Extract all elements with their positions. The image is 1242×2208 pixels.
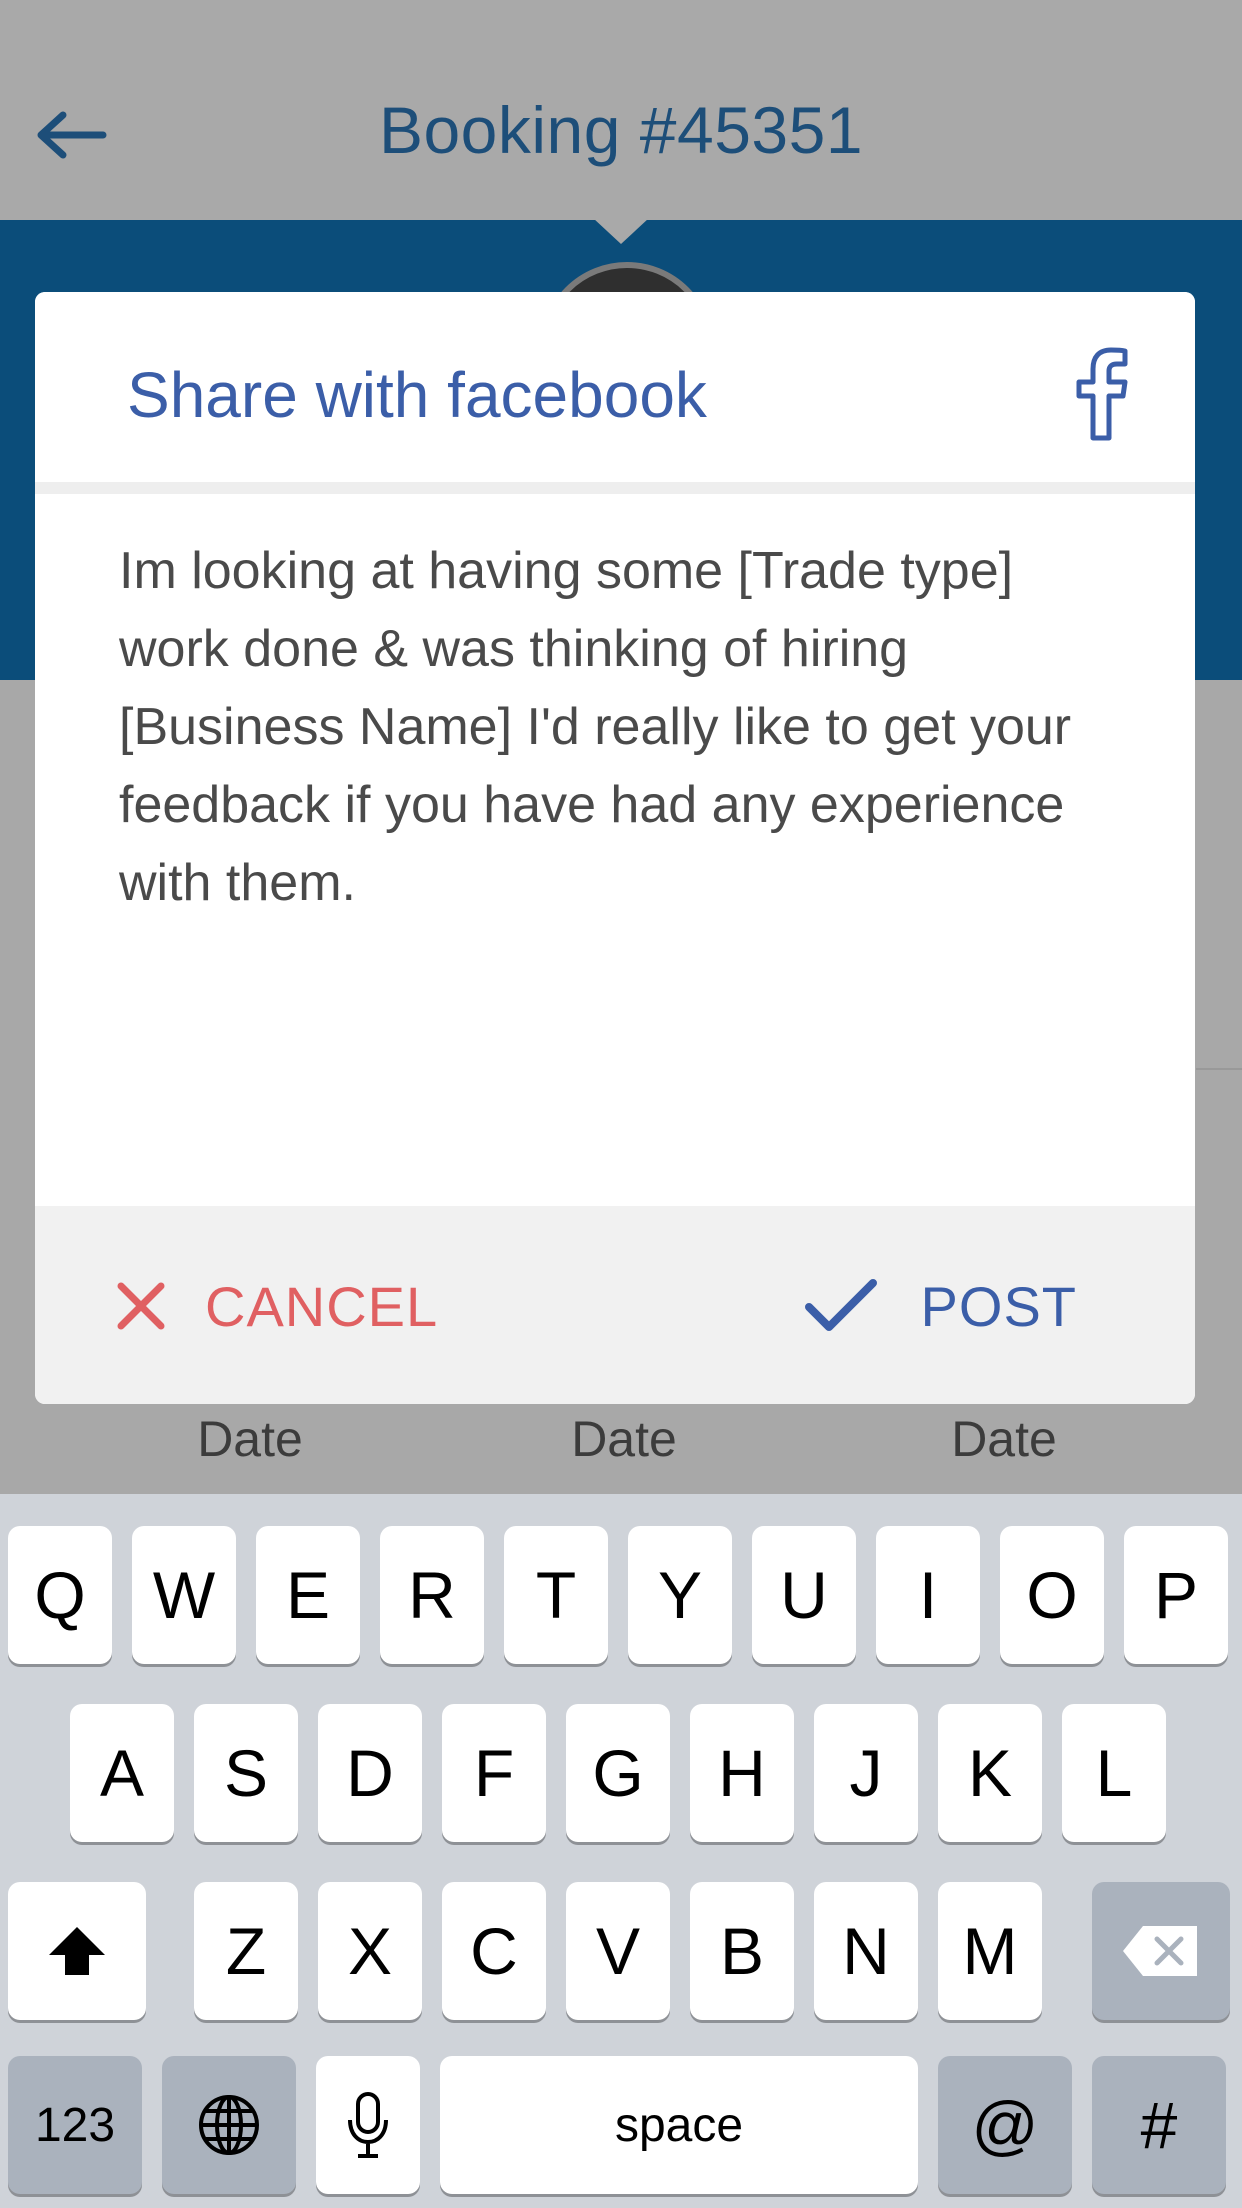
facebook-icon — [1076, 347, 1128, 441]
date-label-2: Date — [571, 1411, 677, 1467]
shift-icon — [49, 1927, 105, 1975]
date-label-1: Date — [197, 1411, 303, 1467]
key-n[interactable]: N — [814, 1882, 918, 2020]
date-label-3: Date — [951, 1411, 1057, 1467]
key-d[interactable]: D — [318, 1704, 422, 1842]
dialog-title: Share with facebook — [127, 359, 707, 431]
key-y[interactable]: Y — [628, 1526, 732, 1664]
key-v[interactable]: V — [566, 1882, 670, 2020]
key-g[interactable]: G — [566, 1704, 670, 1842]
page-title: Booking #45351 — [378, 93, 864, 167]
key-k[interactable]: K — [938, 1704, 1042, 1842]
backspace-icon — [1123, 1926, 1197, 1976]
key-m[interactable]: M — [938, 1882, 1042, 2020]
app-header: Booking #45351 — [0, 0, 1242, 220]
key-q[interactable]: Q — [8, 1526, 112, 1664]
key-u[interactable]: U — [752, 1526, 856, 1664]
key-s[interactable]: S — [194, 1704, 298, 1842]
space-key[interactable]: space — [440, 2056, 918, 2194]
microphone-icon — [348, 2092, 388, 2158]
microphone-key[interactable] — [316, 2056, 420, 2194]
key-j[interactable]: J — [814, 1704, 918, 1842]
key-l[interactable]: L — [1062, 1704, 1166, 1842]
key-e[interactable]: E — [256, 1526, 360, 1664]
key-o[interactable]: O — [1000, 1526, 1104, 1664]
dialog-header: Share with facebook — [35, 292, 1195, 482]
post-button[interactable]: POST — [804, 1266, 1077, 1346]
key-w[interactable]: W — [132, 1526, 236, 1664]
numbers-key[interactable]: 123 — [8, 2056, 142, 2194]
banner-notch — [593, 218, 649, 244]
key-c[interactable]: C — [442, 1882, 546, 2020]
dialog-separator — [35, 482, 1195, 494]
ios-keyboard: Q W E R T Y U I O P A S D F G H J K L Z … — [0, 1494, 1242, 2208]
key-h[interactable]: H — [690, 1704, 794, 1842]
close-icon — [117, 1282, 165, 1330]
key-x[interactable]: X — [318, 1882, 422, 2020]
delete-key[interactable] — [1092, 1882, 1230, 2020]
key-t[interactable]: T — [504, 1526, 608, 1664]
divider — [1196, 1068, 1242, 1070]
hash-key[interactable]: # — [1092, 2056, 1226, 2194]
share-dialog: Share with facebook Im looking at having… — [35, 292, 1195, 1404]
shift-key[interactable] — [8, 1882, 146, 2020]
checkmark-icon — [804, 1279, 877, 1331]
key-f[interactable]: F — [442, 1704, 546, 1842]
key-b[interactable]: B — [690, 1882, 794, 2020]
globe-key[interactable] — [162, 2056, 296, 2194]
key-i[interactable]: I — [876, 1526, 980, 1664]
dialog-footer: CANCEL POST — [35, 1206, 1195, 1404]
cancel-button[interactable]: CANCEL — [117, 1266, 438, 1346]
key-a[interactable]: A — [70, 1704, 174, 1842]
at-key[interactable]: @ — [938, 2056, 1072, 2194]
key-z[interactable]: Z — [194, 1882, 298, 2020]
share-message-field[interactable]: Im looking at having some [Trade type] w… — [119, 532, 1129, 922]
key-p[interactable]: P — [1124, 1526, 1228, 1664]
globe-icon — [199, 2095, 259, 2155]
key-r[interactable]: R — [380, 1526, 484, 1664]
post-label: POST — [920, 1274, 1077, 1338]
cancel-label: CANCEL — [205, 1274, 439, 1338]
